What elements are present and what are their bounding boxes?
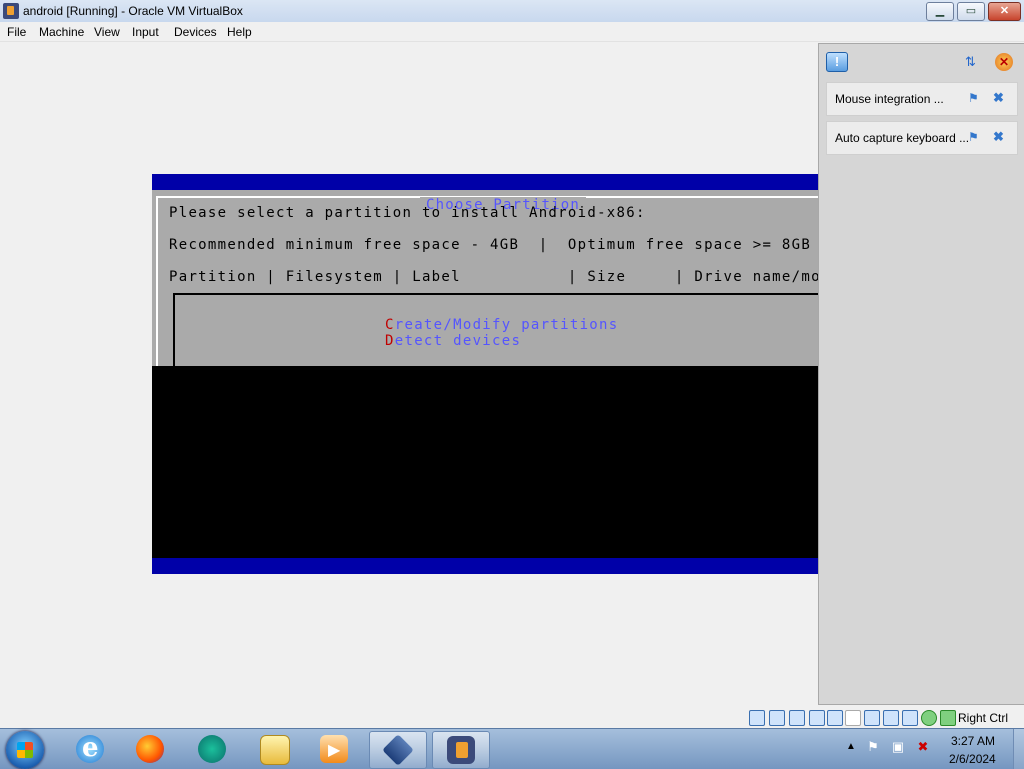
clock-time[interactable]: 3:27 AM	[951, 734, 995, 748]
vm-display[interactable]: Choose Partition Please select a partiti…	[152, 174, 818, 574]
volume-muted-icon[interactable]: ✖	[916, 740, 930, 754]
sort-notifications-icon[interactable]: ⇅	[965, 54, 983, 70]
network-tray-icon[interactable]: ▣	[891, 740, 905, 754]
mouse-integration-icon[interactable]	[921, 710, 937, 726]
menu-machine[interactable]: Machine	[39, 25, 84, 39]
vm-top-band	[152, 174, 818, 190]
windows-taskbar: ▲ ⚑ ▣ ✖ 3:27 AM 2/6/2024	[0, 728, 1024, 769]
window-title-bar: android [Running] - Oracle VM VirtualBox…	[0, 0, 1024, 23]
start-button[interactable]	[6, 731, 44, 769]
close-button[interactable]: ✕	[988, 2, 1021, 21]
firefox-icon	[136, 735, 164, 763]
option-detect-devices[interactable]: Detect devices	[385, 333, 521, 349]
menu-view[interactable]: View	[94, 25, 120, 39]
clock-date[interactable]: 2/6/2024	[949, 752, 996, 766]
option-hotkey: D	[385, 333, 395, 349]
taskbar-internet-explorer[interactable]	[62, 731, 118, 767]
option-hotkey: C	[385, 317, 395, 333]
taskbar-firefox[interactable]	[122, 731, 178, 767]
menu-help[interactable]: Help	[227, 25, 252, 39]
close-notification-icon[interactable]: ✖	[993, 129, 1004, 145]
notification-center-panel: ! ⇅ ✕ Mouse integration ... ⚑ ✖ Auto cap…	[818, 43, 1024, 705]
choose-partition-dialog: Choose Partition Please select a partiti…	[152, 190, 818, 375]
taskbar-media-player[interactable]	[306, 731, 362, 767]
usb-icon[interactable]	[827, 710, 843, 726]
mute-icon[interactable]: ⚑	[968, 91, 979, 105]
menu-devices[interactable]: Devices	[174, 25, 217, 39]
virtualbox-icon	[382, 734, 414, 766]
menu-bar: File Machine View Input Devices Help	[0, 22, 1024, 42]
action-center-flag-icon[interactable]: ⚑	[866, 740, 880, 754]
shared-folders-icon[interactable]	[845, 710, 861, 726]
maximize-button[interactable]: ▭	[957, 2, 985, 21]
space-info: Recommended minimum free space - 4GB | O…	[169, 237, 812, 253]
dismiss-all-icon[interactable]: ✕	[995, 53, 1013, 71]
video-capture-icon[interactable]	[883, 710, 899, 726]
vm-console-area	[152, 366, 818, 558]
notification-auto-capture-keyboard[interactable]: Auto capture keyboard ... ⚑ ✖	[826, 121, 1018, 155]
host-key-label[interactable]: Right Ctrl	[958, 711, 1008, 725]
taskbar-chat-app[interactable]	[184, 731, 240, 767]
menu-file[interactable]: File	[7, 25, 26, 39]
media-player-icon	[320, 735, 348, 763]
virtualbox-app-icon[interactable]	[3, 3, 19, 19]
taskbar-windows-explorer[interactable]	[246, 731, 302, 767]
taskbar-virtualbox-vm[interactable]	[432, 731, 490, 769]
option-create-modify-partitions[interactable]: Create/Modify partitions	[385, 317, 619, 333]
install-prompt: Please select a partition to install And…	[169, 205, 646, 221]
keyboard-capture-icon[interactable]	[940, 710, 956, 726]
partition-column-headers: Partition | Filesystem | Label | Size | …	[169, 269, 818, 285]
menu-input[interactable]: Input	[132, 25, 159, 39]
vm-bottom-band	[152, 558, 818, 574]
option-label: etect devices	[394, 333, 522, 349]
virtualbox-vm-icon	[447, 736, 475, 764]
internet-explorer-icon	[76, 733, 104, 763]
notification-mouse-integration[interactable]: Mouse integration ... ⚑ ✖	[826, 82, 1018, 116]
notification-text: Auto capture keyboard ...	[835, 131, 970, 145]
audio-icon[interactable]	[789, 710, 805, 726]
hard-disk-icon[interactable]	[749, 710, 765, 726]
minimize-button[interactable]: ▁	[926, 2, 954, 21]
chat-app-icon	[198, 735, 226, 763]
show-hidden-icons-icon[interactable]: ▲	[846, 741, 856, 752]
vm-status-bar: Right Ctrl	[0, 706, 1024, 728]
notification-center-icon[interactable]: !	[826, 52, 848, 72]
optical-drive-icon[interactable]	[769, 710, 785, 726]
cpu-icon[interactable]	[902, 710, 918, 726]
close-notification-icon[interactable]: ✖	[993, 90, 1004, 106]
display-icon[interactable]	[864, 710, 880, 726]
window-title: android [Running] - Oracle VM VirtualBox	[23, 4, 243, 18]
folder-icon	[260, 735, 290, 765]
notification-text: Mouse integration ...	[835, 92, 944, 106]
mute-icon[interactable]: ⚑	[968, 130, 979, 144]
option-label: reate/Modify partitions	[394, 317, 619, 333]
network-icon[interactable]	[809, 710, 825, 726]
show-desktop-button[interactable]	[1013, 729, 1024, 769]
taskbar-virtualbox-manager[interactable]	[369, 731, 427, 769]
